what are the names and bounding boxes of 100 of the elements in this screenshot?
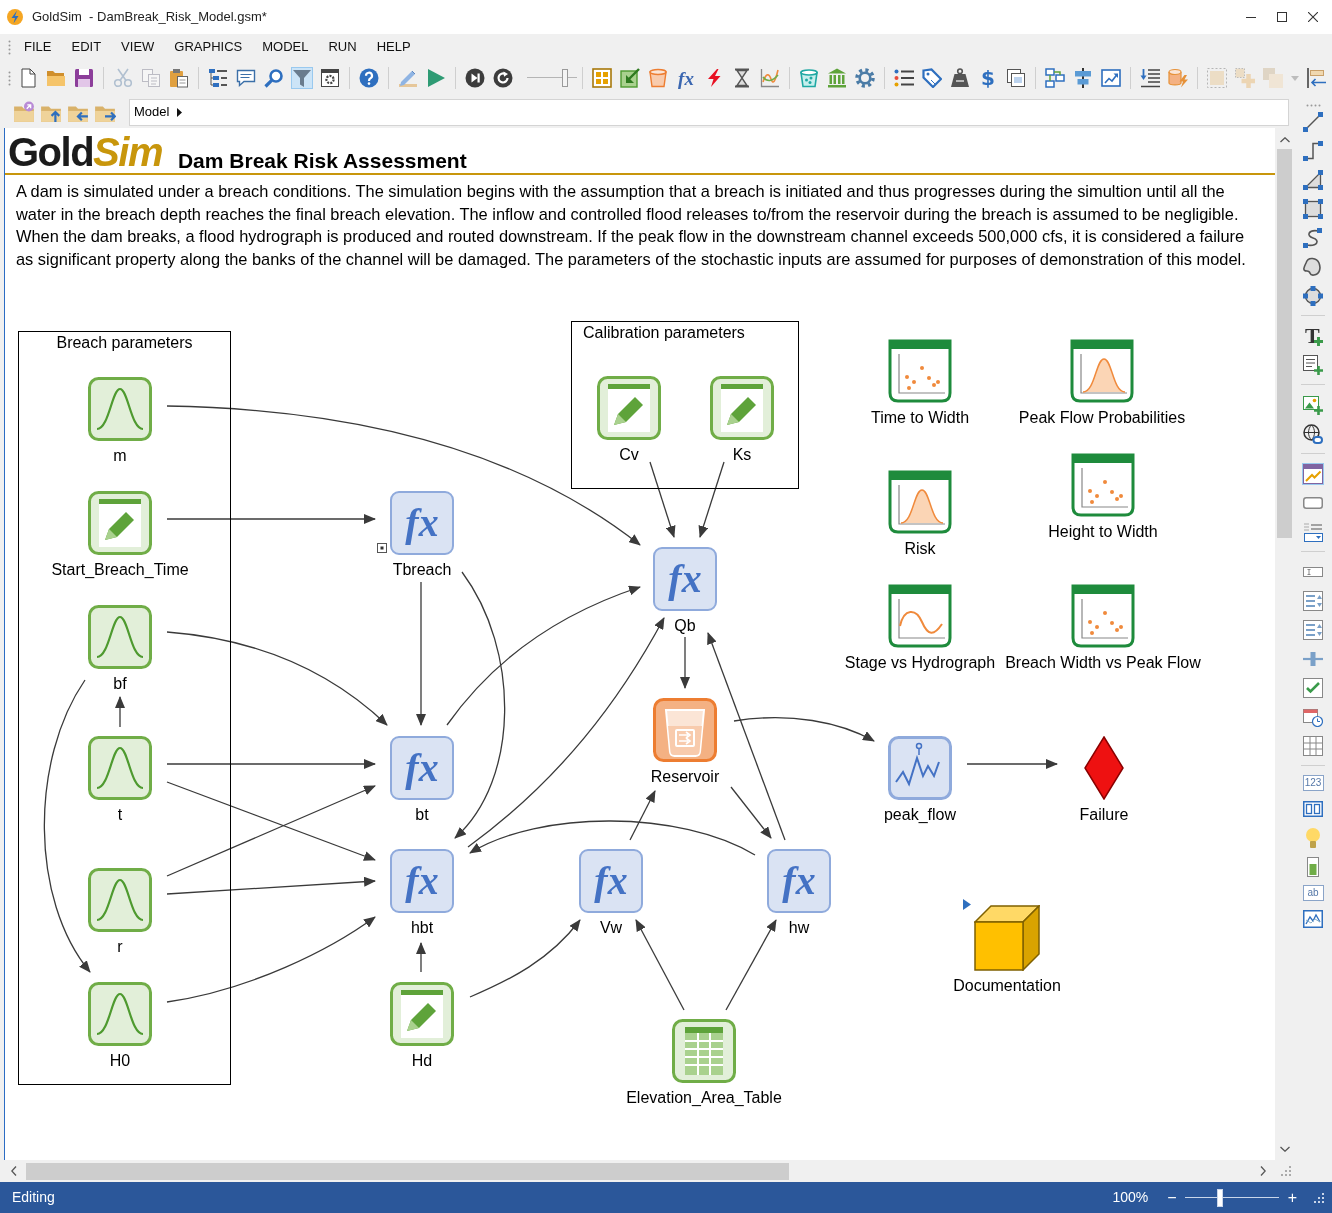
checkbox-icon[interactable] <box>1302 676 1324 699</box>
scroll-down-icon[interactable] <box>1279 1146 1290 1152</box>
scroll-thumb[interactable] <box>1277 149 1292 538</box>
tree-list-icon[interactable] <box>207 67 229 89</box>
spin-list-icon[interactable] <box>1302 618 1324 641</box>
reset-icon[interactable] <box>492 67 514 89</box>
search-icon[interactable] <box>263 67 285 89</box>
line-tool-icon[interactable] <box>1302 110 1324 133</box>
triangle-marker-icon[interactable] <box>963 899 971 910</box>
pencil-note-icon[interactable] <box>597 376 661 440</box>
import-icon[interactable] <box>619 67 641 89</box>
square-dot-icon[interactable] <box>377 543 387 553</box>
minimize-icon[interactable] <box>1246 16 1256 18</box>
speech-bubble-icon[interactable] <box>235 67 257 89</box>
stacked-windows-icon[interactable] <box>1005 67 1027 89</box>
scatter-chart-icon[interactable] <box>1071 453 1135 517</box>
zoom-in-button[interactable]: + <box>1282 1185 1302 1210</box>
breadcrumb-item[interactable]: Model <box>134 102 170 122</box>
bucket-icon[interactable] <box>647 67 669 89</box>
bell-curve-icon[interactable] <box>88 982 152 1046</box>
blob-shape-icon[interactable] <box>1302 255 1324 278</box>
resize-grip-icon[interactable] <box>1281 1166 1291 1176</box>
slider-track[interactable] <box>527 67 577 89</box>
menu-item[interactable]: HELP <box>366 35 421 59</box>
menu-item[interactable]: GRAPHICS <box>164 35 253 59</box>
settings-window-icon[interactable] <box>319 67 341 89</box>
function-tile[interactable]: fx <box>390 736 454 800</box>
bullet-list-icon[interactable] <box>893 67 915 89</box>
scroll-left-icon[interactable] <box>11 1166 17 1176</box>
trend-chart-icon[interactable] <box>1100 67 1122 89</box>
function-tile[interactable]: fx <box>653 547 717 611</box>
grip-icon[interactable] <box>1305 104 1321 107</box>
menu-item[interactable]: FILE <box>14 35 62 59</box>
bell-chart-icon[interactable] <box>1070 339 1134 403</box>
maximize-icon[interactable] <box>1277 12 1287 22</box>
scatter-chart-icon[interactable] <box>1071 584 1135 648</box>
align-left-icon[interactable] <box>1306 67 1328 89</box>
paste-icon[interactable] <box>168 67 190 89</box>
zoom-out-button[interactable]: − <box>1162 1185 1182 1210</box>
bell-curve-icon[interactable] <box>88 736 152 800</box>
grip-icon[interactable] <box>8 70 11 86</box>
number-display-button[interactable]: 123 <box>1302 774 1324 791</box>
image-icon[interactable] <box>1302 393 1324 416</box>
dashboard-icon[interactable] <box>1302 462 1324 485</box>
bell-curve-icon[interactable] <box>88 377 152 441</box>
menu-item[interactable]: RUN <box>318 35 367 59</box>
text-tool-button[interactable]: T <box>1302 324 1324 347</box>
function-tile[interactable]: fx <box>579 849 643 913</box>
bell-curve-icon[interactable] <box>88 605 152 669</box>
slider-thumb[interactable] <box>1217 1188 1224 1207</box>
scatter-chart-icon[interactable] <box>888 339 952 403</box>
dollar-button[interactable]: $ <box>977 67 999 89</box>
pencil-note-icon[interactable] <box>390 982 454 1046</box>
menu-item[interactable]: MODEL <box>252 35 319 59</box>
folder-home-icon[interactable] <box>13 101 35 123</box>
zigzag-chart-icon[interactable] <box>888 736 952 800</box>
step-forward-icon[interactable] <box>464 67 486 89</box>
filter-icon[interactable] <box>291 67 313 89</box>
table-icon[interactable] <box>1302 734 1324 757</box>
close-icon[interactable] <box>1308 12 1318 22</box>
bell-chart-icon[interactable] <box>888 470 952 534</box>
function-tile[interactable]: fx <box>767 849 831 913</box>
menu-item[interactable]: VIEW <box>111 35 165 59</box>
align-center-icon[interactable] <box>1072 67 1094 89</box>
spin-list-icon[interactable] <box>1302 589 1324 612</box>
elbow-line-icon[interactable] <box>1302 139 1324 162</box>
cube-icon[interactable] <box>974 905 1040 971</box>
caret-icon[interactable] <box>177 107 183 117</box>
tag-icon[interactable] <box>921 67 943 89</box>
list-box-icon[interactable] <box>1302 520 1324 543</box>
curve-icon[interactable] <box>1302 226 1324 249</box>
scroll-right-icon[interactable] <box>1260 1166 1266 1176</box>
text-box-icon[interactable] <box>1302 353 1324 376</box>
pencil-note-icon[interactable] <box>88 491 152 555</box>
rectangle-icon[interactable] <box>1302 197 1324 220</box>
bank-building-icon[interactable] <box>826 67 848 89</box>
network-icon[interactable] <box>1044 67 1066 89</box>
help-icon[interactable] <box>358 67 380 89</box>
tank-icon[interactable] <box>653 698 717 762</box>
function-tile[interactable]: fx <box>390 849 454 913</box>
table-grid-icon[interactable] <box>672 1019 736 1083</box>
triangle-icon[interactable] <box>1302 168 1324 191</box>
play-icon[interactable] <box>425 67 447 89</box>
chart-icon[interactable] <box>1302 907 1324 930</box>
wave-chart-icon[interactable] <box>888 584 952 648</box>
gear-icon[interactable] <box>854 67 876 89</box>
indent-list-icon[interactable] <box>1139 67 1161 89</box>
label-tool-button[interactable]: ab <box>1302 884 1324 901</box>
function-tile[interactable]: fx <box>390 491 454 555</box>
grid-squares-icon[interactable] <box>591 67 613 89</box>
weight-icon[interactable] <box>949 67 971 89</box>
scroll-thumb[interactable] <box>26 1162 789 1180</box>
resize-grip-icon[interactable] <box>1314 1192 1324 1203</box>
grip-icon[interactable] <box>8 39 11 55</box>
scroll-up-icon[interactable] <box>1279 137 1290 143</box>
pencil-note-icon[interactable] <box>710 376 774 440</box>
function-button[interactable]: fx <box>675 67 697 89</box>
circle-icon[interactable] <box>1302 284 1324 307</box>
line-chart-icon[interactable] <box>759 67 781 89</box>
diamond-icon[interactable] <box>1084 736 1124 800</box>
